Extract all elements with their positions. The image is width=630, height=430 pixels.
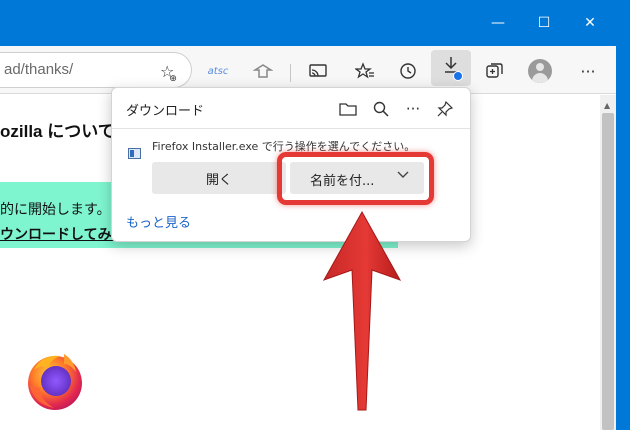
panel-title: ダウンロード — [126, 104, 205, 119]
open-folder-icon[interactable] — [337, 98, 359, 120]
extension-icon[interactable] — [250, 60, 276, 82]
pin-icon[interactable] — [434, 98, 456, 120]
more-options-icon[interactable]: ··· — [402, 98, 424, 120]
see-more-link[interactable]: もっと見る — [126, 212, 191, 231]
notice-text: 的に開始します。 — [0, 202, 111, 218]
toolbar-divider — [290, 64, 291, 82]
collections-icon[interactable] — [482, 60, 508, 82]
address-url[interactable]: ad/thanks/ — [4, 61, 73, 78]
firefox-logo — [28, 354, 82, 410]
add-favorite-icon[interactable]: ☆⊕ — [160, 62, 182, 84]
installer-file-icon — [128, 148, 141, 159]
cast-icon[interactable] — [305, 60, 331, 82]
more-menu-icon[interactable]: ··· — [575, 60, 601, 82]
minimize-button[interactable]: — — [475, 6, 521, 40]
avatar-body — [532, 73, 548, 83]
highlight-box — [277, 152, 434, 205]
open-button[interactable]: 開く — [152, 162, 286, 194]
favorites-icon[interactable] — [352, 60, 378, 82]
history-icon[interactable] — [395, 60, 421, 82]
vertical-scrollbar[interactable]: ▲ — [600, 95, 616, 430]
annotation-arrow — [322, 210, 402, 411]
extension-icon[interactable]: atsc — [205, 60, 231, 82]
avatar-head — [536, 63, 544, 71]
window-border — [616, 46, 630, 430]
title-bar: — ☐ ✕ — [0, 0, 630, 46]
scroll-thumb[interactable] — [602, 113, 614, 430]
downloads-button[interactable] — [431, 50, 471, 86]
scroll-up-icon[interactable]: ▲ — [604, 101, 610, 110]
close-button[interactable]: ✕ — [567, 6, 613, 40]
profile-avatar[interactable] — [528, 59, 552, 83]
page-heading: ozilla について — [0, 122, 115, 141]
notice-download-link[interactable]: ウンロードしてみて — [0, 224, 126, 244]
maximize-button[interactable]: ☐ — [521, 6, 567, 40]
search-icon[interactable] — [370, 98, 392, 120]
download-badge — [453, 71, 463, 81]
panel-divider — [112, 128, 470, 129]
address-bar[interactable]: ad/thanks/ ☆⊕ — [0, 52, 192, 88]
